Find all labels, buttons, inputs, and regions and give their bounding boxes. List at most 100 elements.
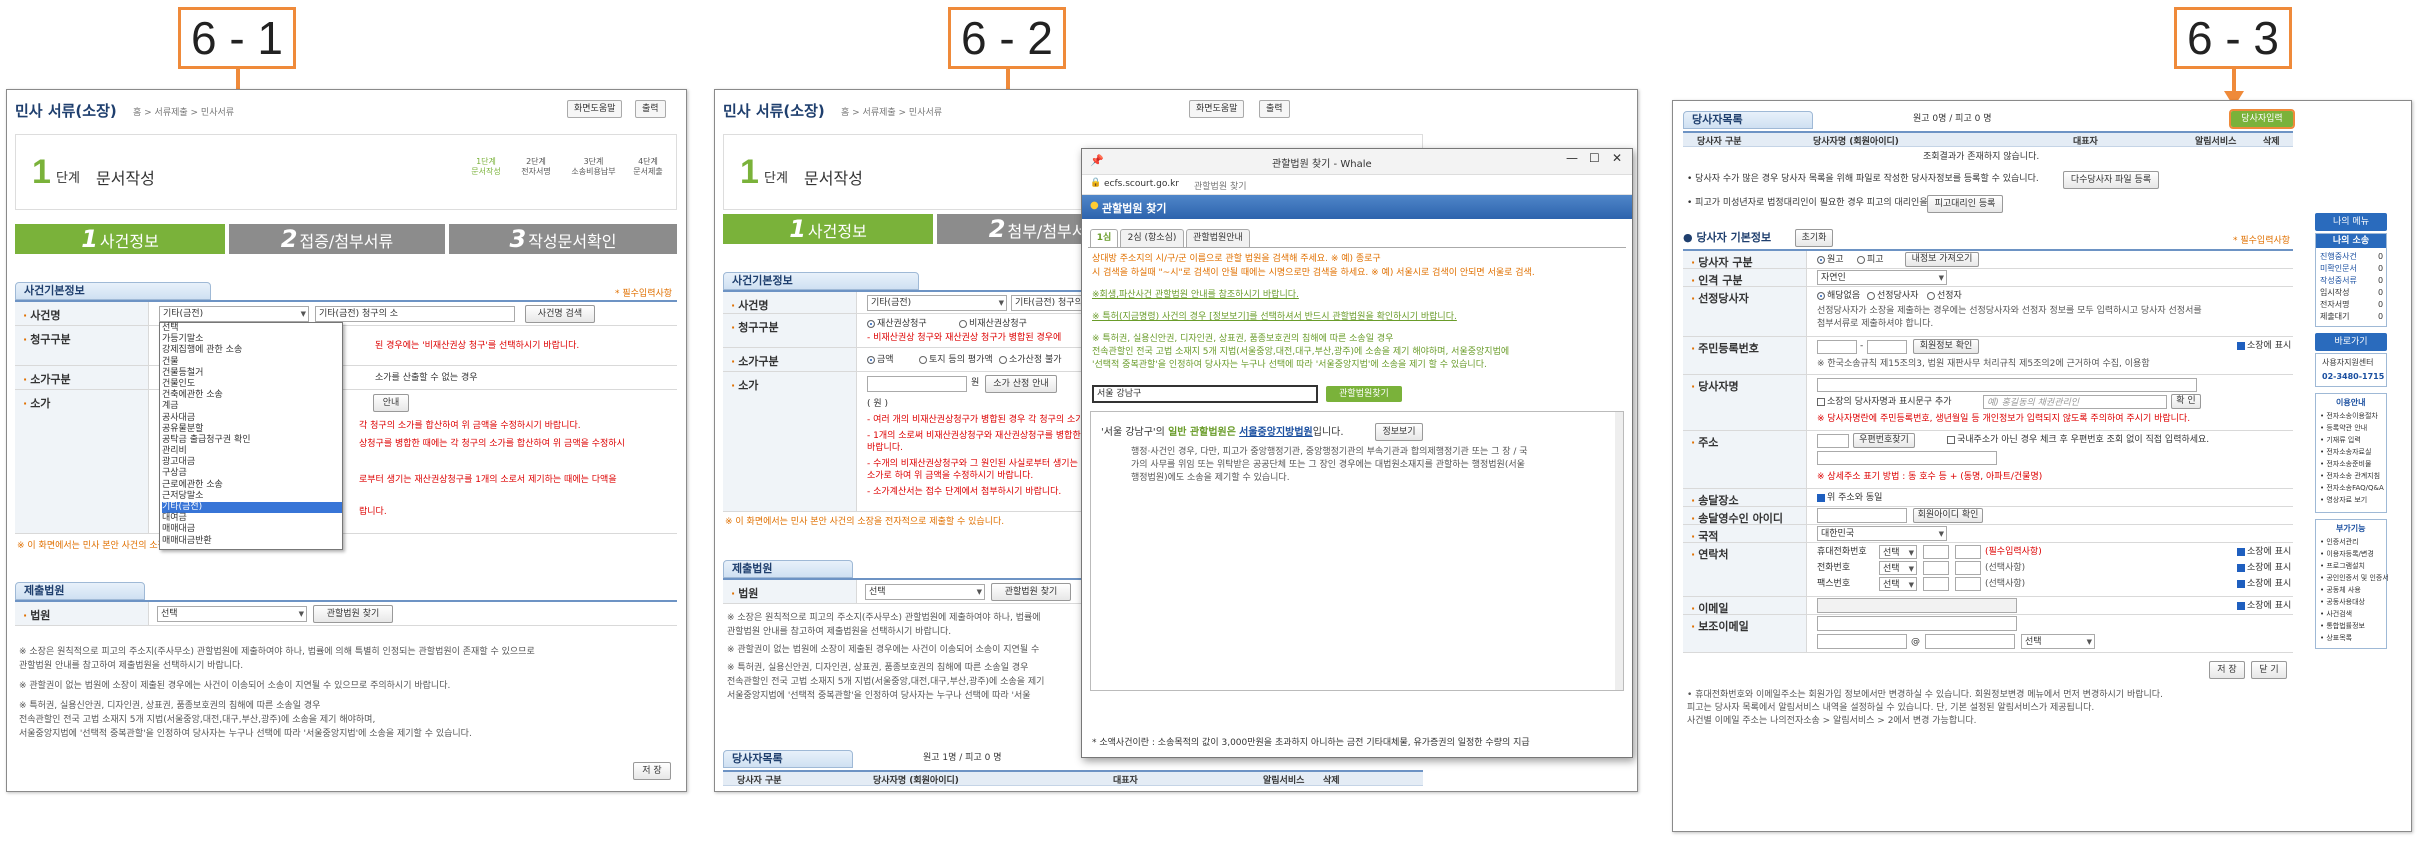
- dropdown-option[interactable]: 구상금: [162, 468, 342, 479]
- member-info-button[interactable]: 회원정보 확인: [1913, 339, 1979, 354]
- print-button[interactable]: 출력: [635, 100, 666, 118]
- phone-show-checkbox[interactable]: 소장에 표시: [2237, 562, 2291, 575]
- court-find-button[interactable]: 관할법원 찾기: [313, 605, 393, 623]
- claim-option-property[interactable]: 재산권상청구: [867, 318, 927, 331]
- mobile-mid-input[interactable]: [1923, 545, 1949, 559]
- mobile-show-checkbox[interactable]: 소장에 표시: [2237, 546, 2291, 559]
- dropdown-option[interactable]: 건물: [162, 357, 342, 368]
- help-button[interactable]: 화면도움말: [567, 100, 623, 118]
- dropdown-option[interactable]: 매매대금반환: [162, 536, 342, 547]
- amount-type-money[interactable]: 금액: [867, 354, 894, 367]
- dropdown-option-selected[interactable]: 기타(금전): [162, 502, 342, 514]
- popup-link-2[interactable]: ※ 특허(지금명령) 사건의 경우 [정보보기]를 선택하셔서 반드시 관할법원…: [1092, 311, 1457, 324]
- amount-calc-button[interactable]: 소가 산정 안내: [985, 375, 1057, 393]
- email2-domain-select[interactable]: 선택: [2021, 634, 2095, 649]
- phone-select[interactable]: 선택: [1879, 561, 1917, 575]
- zip-input[interactable]: [1817, 434, 1849, 448]
- close-button[interactable]: 닫 기: [2251, 661, 2287, 679]
- dropdown-option[interactable]: 매매대금: [162, 524, 342, 535]
- tab-court-guide[interactable]: 관할법원안내: [1186, 229, 1250, 247]
- save-button[interactable]: 저 장: [2209, 661, 2245, 679]
- court-finder-window[interactable]: 📌 관할법원 찾기 - Whale — ☐ ✕ 🔒 ecfs.scourt.go…: [1081, 148, 1633, 758]
- fax-show-checkbox[interactable]: 소장에 표시: [2237, 578, 2291, 591]
- party-type-plaintiff[interactable]: 원고: [1817, 254, 1844, 267]
- save-button[interactable]: 저 장: [633, 762, 671, 780]
- tab-case-info[interactable]: 1 사건정보: [15, 224, 225, 254]
- service-id-check-button[interactable]: 회원아이디 확인: [1913, 508, 1983, 523]
- minimize-icon[interactable]: —: [1566, 151, 1578, 165]
- court-search-button[interactable]: 관할법원찾기: [1326, 386, 1402, 402]
- shortcut-button[interactable]: 바로가기: [2315, 333, 2387, 351]
- elect-party[interactable]: 선정당사자: [1867, 290, 1918, 303]
- case-type-dropdown[interactable]: 선택 가등기말소 강제집행에 관한 소송 건물 건물등철거 건물인도 건축에관한…: [159, 322, 343, 550]
- elect-elector[interactable]: 선정자: [1927, 290, 1962, 303]
- pin-icon[interactable]: 📌: [1090, 154, 1104, 167]
- dropdown-option[interactable]: 건축에관한 소송: [162, 390, 342, 401]
- info-view-button[interactable]: 정보보기: [1375, 423, 1423, 441]
- amount-type-land[interactable]: 토지 등의 평가액: [919, 354, 993, 367]
- email-input[interactable]: [1817, 598, 2017, 613]
- dropdown-option[interactable]: 공탁금 출급청구권 확인: [162, 435, 342, 446]
- service-same-checkbox[interactable]: 위 주소와 동일: [1817, 492, 1882, 505]
- tab-case-info[interactable]: 1 사건정보: [723, 214, 933, 244]
- phone-last-input[interactable]: [1955, 561, 1981, 575]
- print-button[interactable]: 출력: [1259, 100, 1290, 118]
- close-icon[interactable]: ✕: [1612, 151, 1622, 165]
- fax-mid-input[interactable]: [1923, 577, 1949, 591]
- tab-first-instance[interactable]: 1심: [1090, 229, 1118, 247]
- zip-search-button[interactable]: 우편번호찾기: [1853, 433, 1915, 448]
- address-input-1[interactable]: [1817, 451, 1997, 465]
- claim-option-nonproperty[interactable]: 비재산권상청구: [959, 318, 1027, 331]
- dropdown-option[interactable]: 계금: [162, 401, 342, 412]
- case-name-input[interactable]: 기타(금전) 청구의 소: [315, 306, 515, 322]
- case-search-button[interactable]: 사건명 검색: [525, 305, 595, 323]
- dropdown-option[interactable]: 광고대금: [162, 457, 342, 468]
- fax-last-input[interactable]: [1955, 577, 1981, 591]
- rrn-front-input[interactable]: [1817, 340, 1857, 354]
- party-type-defendant[interactable]: 피고: [1857, 254, 1884, 267]
- dropdown-option[interactable]: 공사대금: [162, 413, 342, 424]
- maximize-icon[interactable]: ☐: [1589, 151, 1600, 165]
- phone-mid-input[interactable]: [1923, 561, 1949, 575]
- case-type-select[interactable]: 기타(금전): [159, 306, 309, 322]
- court-find-button[interactable]: 관할법원 찾기: [991, 583, 1071, 601]
- dropdown-option[interactable]: 근로에관한 소송: [162, 480, 342, 491]
- elect-none[interactable]: 해당없음: [1817, 290, 1860, 303]
- rrn-back-input[interactable]: [1867, 340, 1907, 354]
- service-id-input[interactable]: [1817, 508, 1907, 523]
- my-info-button[interactable]: 내정보 가져오기: [1905, 252, 1979, 267]
- dropdown-option[interactable]: 대여금: [162, 513, 342, 524]
- person-kind-select[interactable]: 자연인: [1817, 270, 1947, 285]
- rrn-show-checkbox[interactable]: 소장에 표시: [2237, 340, 2291, 353]
- tab-appeal[interactable]: 2심 (항소심): [1120, 229, 1184, 247]
- popup-link-1[interactable]: ※회생,파산사건 관할법원 안내를 참조하시기 바랍니다.: [1092, 289, 1299, 302]
- case-type-select[interactable]: 기타(금전): [867, 295, 1007, 311]
- defendant-agent-button[interactable]: 피고대리인 등록: [1927, 195, 2003, 213]
- window-titlebar[interactable]: 📌 관할법원 찾기 - Whale — ☐ ✕: [1082, 149, 1632, 175]
- help-button[interactable]: 화면도움말: [1189, 100, 1245, 118]
- court-select[interactable]: 선택: [865, 584, 985, 600]
- name-confirm-button[interactable]: 확 인: [2171, 394, 2201, 409]
- fax-select[interactable]: 선택: [1879, 577, 1917, 591]
- tab-attachments[interactable]: 2 접증/첨부서류: [229, 224, 445, 254]
- my-menu-button[interactable]: 나의 메뉴: [2315, 213, 2387, 231]
- name-suffix-input[interactable]: 예) 홍길동의 채권관리인: [1983, 395, 2167, 409]
- amount-guide-button[interactable]: 안내: [373, 394, 409, 412]
- scrollbar[interactable]: [1615, 412, 1623, 690]
- amount-input[interactable]: [867, 376, 967, 392]
- dropdown-option[interactable]: 관리비: [162, 446, 342, 457]
- dropdown-option[interactable]: 건물인도: [162, 379, 342, 390]
- court-search-input[interactable]: 서울 강남구: [1092, 385, 1318, 403]
- court-select[interactable]: 선택: [157, 606, 307, 622]
- email2-domain-input[interactable]: [1925, 634, 2015, 649]
- nationality-select[interactable]: 대한민국: [1817, 526, 1947, 541]
- dropdown-option[interactable]: 강제집행에 관한 소송: [162, 345, 342, 356]
- add-party-button[interactable]: 당사자입력: [2229, 109, 2295, 129]
- party-name-input[interactable]: [1817, 378, 2197, 392]
- reset-button[interactable]: 초기화: [1795, 229, 1833, 247]
- dropdown-option[interactable]: 가등기말소: [162, 334, 342, 345]
- dropdown-option[interactable]: 건물등철거: [162, 368, 342, 379]
- foreign-address-checkbox[interactable]: 국내주소가 아닌 경우 체크 후 우편번호 조회 없이 직접 입력하세요.: [1947, 434, 2209, 447]
- related-item[interactable]: • 상표목록: [2320, 632, 2352, 645]
- amount-type-none[interactable]: 소가산정 불가: [999, 354, 1062, 367]
